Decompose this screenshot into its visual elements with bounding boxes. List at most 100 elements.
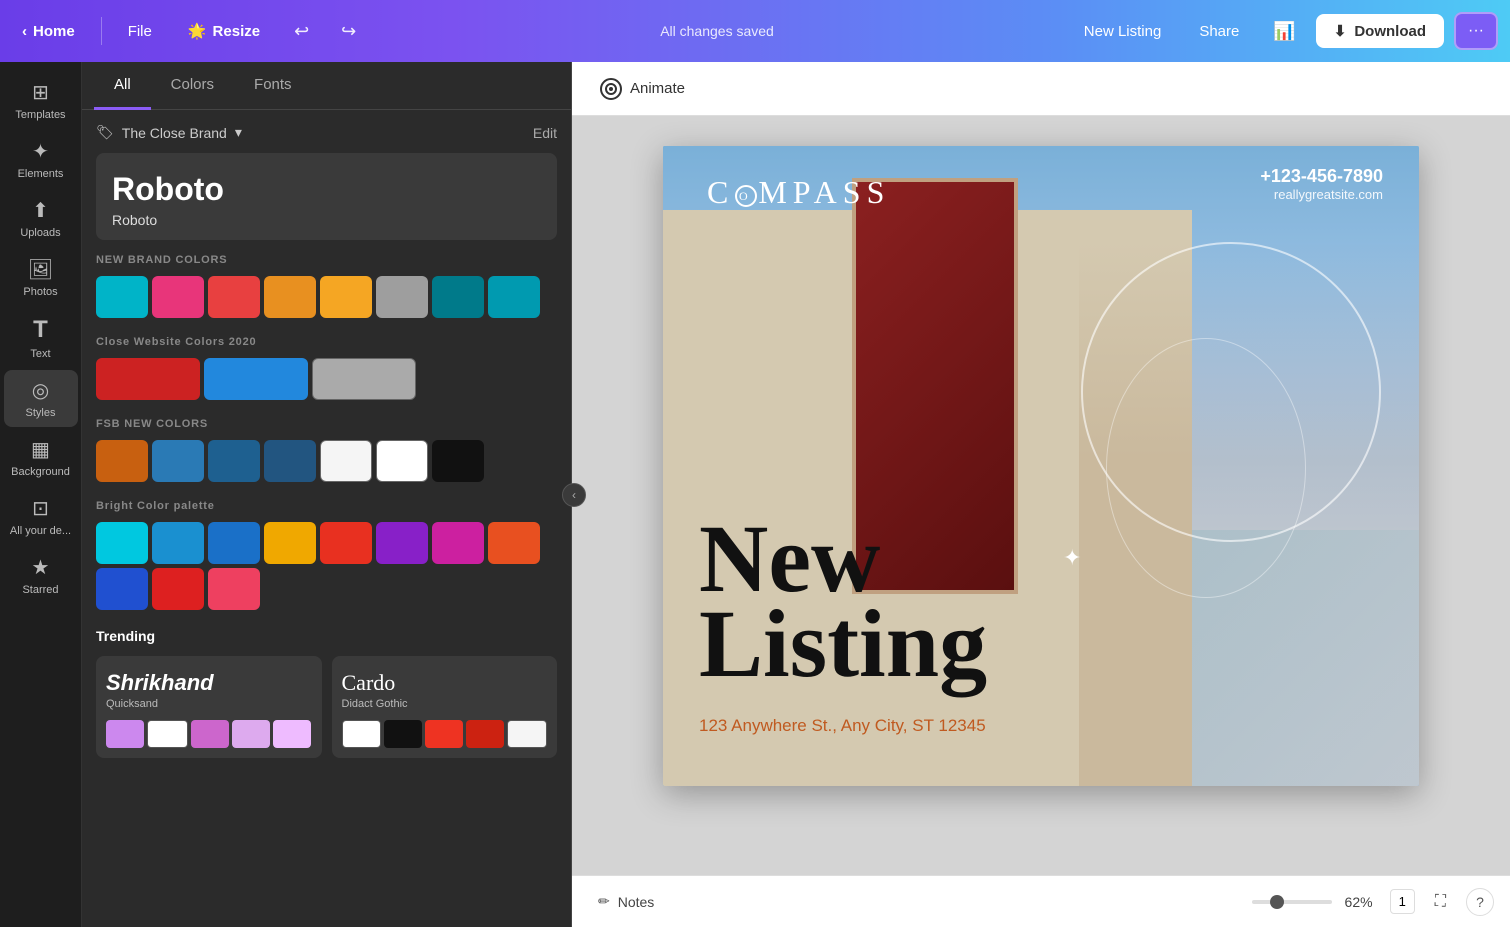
animate-button[interactable]: Animate [590,72,695,106]
color-swatch [384,720,422,748]
brand-name-label: The Close Brand [122,125,227,141]
notes-button[interactable]: ✏ Notes [588,887,664,916]
resize-button[interactable]: 🌟 Resize [178,16,270,46]
color-swatch[interactable] [264,276,316,318]
color-swatch [425,720,463,748]
color-swatch[interactable] [96,440,148,482]
color-swatch[interactable] [152,568,204,610]
sidebar-item-elements[interactable]: ✦ Elements [4,131,78,188]
sidebar-item-all-designs[interactable]: ⊡ All your de... [4,488,78,545]
color-swatch[interactable] [96,568,148,610]
sidebar-item-templates[interactable]: ⊞ Templates [4,72,78,129]
color-swatch[interactable] [432,522,484,564]
new-listing-button[interactable]: New Listing [1070,15,1176,48]
canvas-title-line2: Listing [699,602,987,686]
color-swatch[interactable] [208,440,260,482]
color-swatch[interactable] [312,358,416,400]
icon-sidebar: ⊞ Templates ✦ Elements ⬆ Uploads 🖼 Photo… [0,62,82,927]
canvas-contact: +123-456-7890 reallygreatsite.com [1260,166,1383,202]
color-swatch[interactable] [432,440,484,482]
color-swatch[interactable] [320,440,372,482]
canvas-address: 123 Anywhere St., Any City, ST 12345 [699,716,986,736]
color-swatch[interactable] [96,276,148,318]
canvas-scroll[interactable]: COMPASS +123-456-7890 reallygreatsite.co… [572,116,1510,875]
color-swatch[interactable] [152,522,204,564]
canvas-title-line1: New [699,517,987,601]
color-swatch[interactable] [432,276,484,318]
chevron-down-icon: ▾ [235,124,242,141]
tab-fonts[interactable]: Fonts [234,62,312,110]
color-section-title: Bright Color palette [96,500,557,512]
font-preview-card[interactable]: Roboto Roboto [96,153,557,240]
color-swatch[interactable] [152,276,204,318]
zoom-slider[interactable] [1252,900,1332,904]
panel-collapse-button[interactable]: ‹ [562,483,586,507]
color-swatch[interactable] [208,568,260,610]
sidebar-item-label: Text [30,348,50,360]
trending-card-shrikhand[interactable]: Shrikhand Quicksand [96,656,322,758]
fsb-colors-section: FSB NEW COLORS [96,418,557,482]
color-swatch[interactable] [376,276,428,318]
color-swatch[interactable] [152,440,204,482]
color-swatch[interactable] [96,358,200,400]
background-icon: ▦ [31,437,50,462]
canvas-toolbar: Animate [572,62,1510,116]
undo-button[interactable]: ↩ [286,15,317,48]
canvas-logo: COMPASS [707,174,890,211]
more-button[interactable]: ··· [1454,12,1498,50]
font-preview-small: Roboto [112,212,541,228]
share-button[interactable]: Share [1185,15,1253,48]
color-swatch[interactable] [208,522,260,564]
color-swatch[interactable] [488,276,540,318]
brand-name-button[interactable]: 🏷 The Close Brand ▾ [96,124,242,141]
logo-text: COMPASS [707,174,890,210]
tab-all[interactable]: All [94,62,151,110]
notes-icon: ✏ [598,893,610,910]
color-swatch [342,720,382,748]
styles-panel: All Colors Fonts 🏷 The Close Brand ▾ Edi… [82,62,572,927]
color-swatch[interactable] [376,440,428,482]
canvas-phone: +123-456-7890 [1260,166,1383,187]
panel-tabs: All Colors Fonts [82,62,571,110]
brand-header: 🏷 The Close Brand ▾ Edit [96,124,557,141]
color-swatch[interactable] [320,522,372,564]
edit-brand-button[interactable]: Edit [533,125,557,141]
fullscreen-button[interactable]: ⛶ [1427,889,1454,915]
sidebar-item-background[interactable]: ▦ Background [4,429,78,486]
help-button[interactable]: ? [1466,888,1494,916]
color-swatch [147,720,187,748]
color-swatch[interactable] [208,276,260,318]
redo-button[interactable]: ↪ [333,15,364,48]
sidebar-item-text[interactable]: T Text [4,308,78,368]
zoom-control: 62% [1252,894,1378,910]
trending-font-small: Didact Gothic [342,698,548,710]
page-number-button[interactable]: 1 [1390,889,1415,914]
sidebar-item-photos[interactable]: 🖼 Photos [4,249,78,306]
circle-decoration-2 [1106,338,1306,598]
color-swatch[interactable] [204,358,308,400]
chart-button[interactable]: 📊 [1263,13,1305,50]
color-swatch [507,720,547,748]
logo-circle: O [735,185,757,207]
color-swatch[interactable] [488,522,540,564]
file-menu[interactable]: File [118,17,162,46]
canvas-area: Animate [572,62,1510,927]
sidebar-item-styles[interactable]: ◎ Styles [4,370,78,427]
new-brand-colors-section: NEW BRAND COLORS [96,254,557,318]
trending-card-cardo[interactable]: Cardo Didact Gothic [332,656,558,758]
home-button[interactable]: ‹ Home [12,17,85,46]
uploads-icon: ⬆ [32,198,49,223]
color-swatch[interactable] [376,522,428,564]
download-button[interactable]: ⬇ Download [1316,14,1444,48]
color-swatch[interactable] [264,440,316,482]
color-swatch[interactable] [96,522,148,564]
color-swatch[interactable] [320,276,372,318]
sidebar-item-starred[interactable]: ★ Starred [4,547,78,604]
sidebar-item-uploads[interactable]: ⬆ Uploads [4,190,78,247]
panel-wrapper: All Colors Fonts 🏷 The Close Brand ▾ Edi… [82,62,572,927]
trending-grid: Shrikhand Quicksand [96,656,557,758]
brand-icon: 🏷 [96,124,114,141]
tab-colors[interactable]: Colors [151,62,234,110]
chevron-left-icon: ‹ [22,23,27,40]
color-swatch[interactable] [264,522,316,564]
